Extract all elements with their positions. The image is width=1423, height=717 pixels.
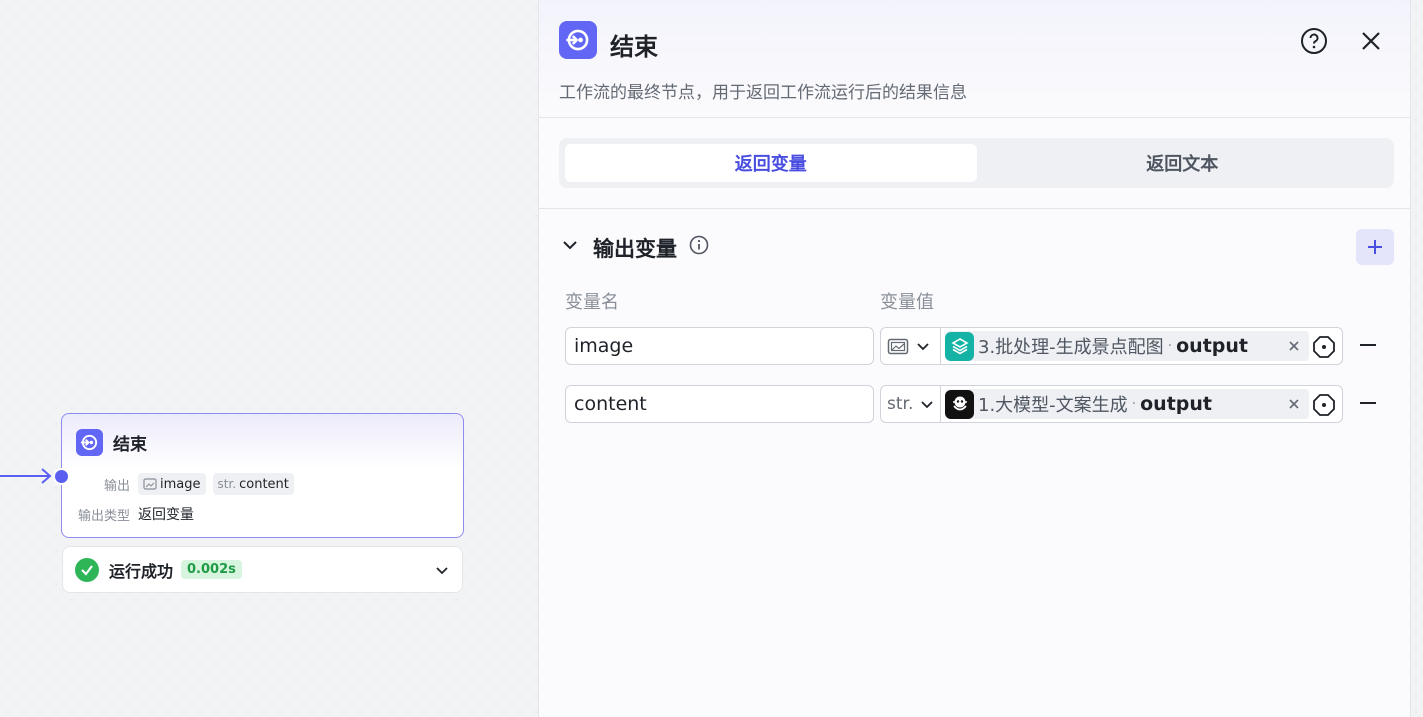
output-type-value: 返回变量 — [138, 507, 194, 523]
reference-node-name: 3.批处理-生成景点配图 — [978, 337, 1164, 358]
return-mode-tabs: 返回变量 返回文本 — [559, 138, 1394, 188]
output-name: image — [160, 476, 201, 492]
variable-value-box: 3.批处理-生成景点配图 · output — [880, 327, 1343, 365]
run-time-badge: 0.002s — [181, 560, 242, 579]
reference-node-name: 1.大模型-文案生成 — [978, 395, 1128, 416]
clear-icon[interactable] — [1285, 395, 1303, 413]
output-type: str. — [217, 477, 237, 491]
variable-reference-chip[interactable]: 3.批处理-生成景点配图 · output — [945, 331, 1309, 361]
reference-separator: · — [1131, 396, 1137, 412]
output-type-label: 输出类型 — [77, 508, 130, 524]
chevron-down-icon[interactable] — [434, 562, 450, 578]
node-title: 结束 — [113, 435, 147, 455]
chevron-down-icon — [917, 343, 929, 351]
layers-icon — [945, 331, 974, 361]
clear-icon[interactable] — [1285, 337, 1303, 355]
type-label: str. — [887, 394, 914, 414]
image-icon — [887, 338, 909, 354]
column-variable-value: 变量值 — [880, 292, 934, 313]
variable-name-input[interactable] — [565, 327, 874, 365]
variable-row: 3.批处理-生成景点配图 · output — [565, 327, 1405, 365]
chevron-down-icon[interactable] — [561, 236, 579, 254]
variable-name-input[interactable] — [565, 385, 874, 423]
divider — [539, 208, 1410, 209]
info-icon[interactable] — [689, 235, 709, 255]
image-icon — [143, 478, 157, 490]
status-text: 运行成功 — [109, 561, 174, 581]
plus-icon — [1368, 240, 1382, 254]
reference-separator: · — [1167, 338, 1173, 354]
chevron-down-icon — [921, 401, 933, 409]
tab-return-variables[interactable]: 返回变量 — [565, 144, 977, 182]
output-name: content — [239, 476, 289, 492]
reference-variable: output — [1140, 393, 1212, 415]
close-icon[interactable] — [1357, 27, 1385, 55]
section-title: 输出变量 — [593, 237, 677, 261]
node-config-panel: 结束 工作流的最终节点，用于返回工作流运行后的结果信息 返回变量 返回文本 输出… — [538, 0, 1411, 717]
output-label: 输出 — [103, 478, 130, 494]
end-node-icon — [559, 21, 597, 59]
variable-picker-icon[interactable] — [1312, 335, 1336, 359]
run-status-card[interactable]: 运行成功 0.002s — [62, 546, 463, 593]
variable-value-box: str. 1.大模型-文案生成 · output — [880, 385, 1343, 423]
output-tag-image: image — [138, 473, 206, 495]
remove-variable-button[interactable] — [1358, 335, 1378, 355]
column-variable-name: 变量名 — [565, 292, 619, 313]
end-node-icon — [76, 429, 103, 456]
reference-variable: output — [1176, 335, 1248, 357]
check-icon — [75, 557, 99, 582]
tab-return-text[interactable]: 返回文本 — [977, 144, 1389, 182]
output-tag-content: str. content — [212, 473, 294, 495]
llm-icon — [945, 389, 974, 419]
end-node-card[interactable]: 结束 输出 image str. content 输出类型 返回变量 — [53, 413, 464, 538]
type-selector[interactable]: str. — [881, 386, 941, 422]
panel-header: 结束 工作流的最终节点，用于返回工作流运行后的结果信息 — [539, 0, 1410, 118]
remove-variable-button[interactable] — [1358, 393, 1378, 413]
panel-title: 结束 — [610, 33, 658, 61]
panel-description: 工作流的最终节点，用于返回工作流运行后的结果信息 — [559, 83, 967, 103]
add-variable-button[interactable] — [1356, 229, 1394, 265]
help-icon[interactable] — [1299, 26, 1329, 56]
variable-reference-chip[interactable]: 1.大模型-文案生成 · output — [945, 389, 1309, 419]
variable-row: str. 1.大模型-文案生成 · — [565, 385, 1405, 423]
variable-picker-icon[interactable] — [1312, 393, 1336, 417]
type-selector[interactable] — [881, 328, 941, 364]
